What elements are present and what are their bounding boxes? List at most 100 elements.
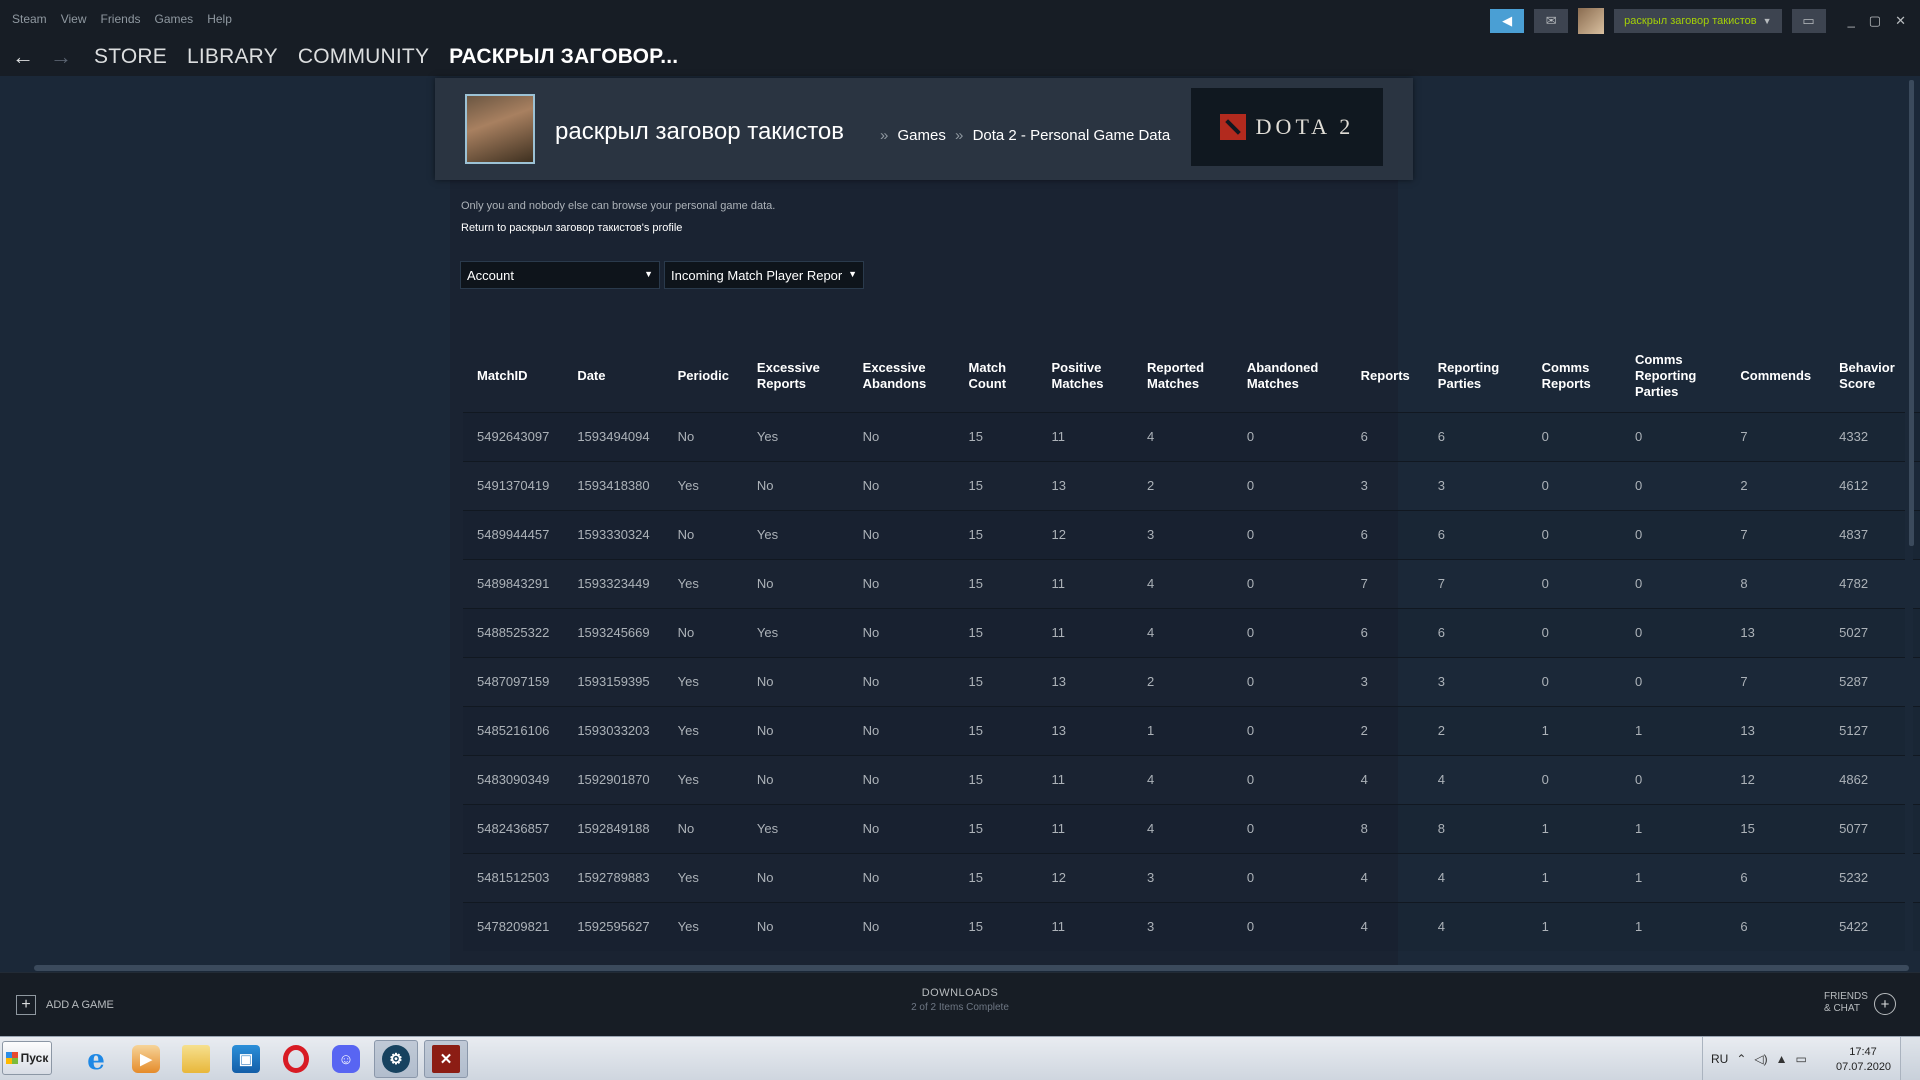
- nav-library[interactable]: LIBRARY: [187, 45, 278, 69]
- back-arrow-icon[interactable]: ←: [12, 44, 38, 70]
- minimize-button[interactable]: _: [1848, 13, 1855, 29]
- network-icon[interactable]: ▲: [1776, 1052, 1788, 1066]
- close-button[interactable]: ✕: [1895, 13, 1906, 29]
- big-picture-button[interactable]: ▭: [1791, 9, 1826, 33]
- table-cell: No: [663, 411, 743, 461]
- dota2-icon: ✕: [432, 1045, 460, 1073]
- store-icon: ▣: [232, 1045, 260, 1073]
- chevron-up-icon[interactable]: ⌃: [1736, 1052, 1746, 1066]
- downloads-status[interactable]: DOWNLOADS 2 of 2 Items Complete: [860, 987, 1060, 1013]
- user-avatar[interactable]: [1578, 8, 1605, 34]
- taskbar-discord[interactable]: ☺: [324, 1040, 368, 1078]
- table-row: 5489944457 1593330324 No Yes No 15 12 3 0 6 6 0 0 7 48…: [463, 509, 1920, 559]
- downloads-title: DOWNLOADS: [921, 987, 999, 999]
- breadcrumb-page: Dota 2 - Personal Game Data: [972, 127, 1171, 144]
- taskbar-file-explorer[interactable]: [174, 1040, 218, 1078]
- bottom-bar: + ADD A GAME DOWNLOADS 2 of 2 Items Comp…: [0, 972, 1920, 1036]
- system-clock[interactable]: 17:47 07.07.2020: [1836, 1045, 1892, 1075]
- big-picture-icon: ▭: [1802, 13, 1815, 28]
- nav-store[interactable]: STORE: [94, 45, 167, 69]
- language-indicator[interactable]: RU: [1711, 1052, 1728, 1066]
- table-cell: 5489843291: [463, 558, 564, 608]
- add-game-label: ADD A GAME: [46, 999, 114, 1011]
- profile-header: раскрыл заговор такистов » Games » Dota …: [435, 78, 1413, 180]
- column-header: Excessive Reports: [756, 359, 820, 391]
- category-select[interactable]: Account ▼: [460, 261, 660, 289]
- start-button[interactable]: Пуск: [2, 1041, 52, 1075]
- table-cell: 5491370419: [463, 460, 564, 510]
- taskbar-steam[interactable]: ⚙: [374, 1040, 418, 1078]
- table-cell: 2: [1346, 705, 1424, 755]
- table-cell: 13: [1726, 705, 1826, 755]
- clock-time: 17:47: [1849, 1046, 1877, 1058]
- taskbar-dota2[interactable]: ✕: [424, 1040, 468, 1078]
- table-cell: 0: [1620, 509, 1727, 559]
- show-desktop-button[interactable]: [1900, 1037, 1920, 1080]
- add-friend-icon[interactable]: +: [1874, 993, 1896, 1015]
- profile-name[interactable]: раскрыл заговор такистов: [555, 118, 844, 146]
- table-cell: 5488525322: [463, 607, 564, 657]
- table-cell: 0: [1232, 901, 1347, 951]
- taskbar-media-player[interactable]: ▶: [124, 1040, 168, 1078]
- return-to-profile-link[interactable]: Return to раскрыл заговор такистов's pro…: [461, 222, 682, 234]
- table-cell: 5489944457: [463, 509, 564, 559]
- table-cell: 11: [1037, 607, 1134, 657]
- maximize-button[interactable]: ▢: [1869, 13, 1881, 29]
- taskbar-store[interactable]: ▣: [224, 1040, 268, 1078]
- breadcrumb-games[interactable]: Games: [898, 127, 946, 144]
- table-cell: 4: [1423, 852, 1528, 902]
- menu-games[interactable]: Games: [155, 12, 194, 26]
- vertical-scrollbar-thumb[interactable]: [1909, 80, 1914, 546]
- table-cell: 15: [954, 754, 1038, 804]
- table-cell: 11: [1037, 754, 1134, 804]
- discord-icon: ☺: [332, 1045, 360, 1073]
- game-logo[interactable]: DOTA 2: [1191, 88, 1383, 166]
- table-cell: 0: [1232, 852, 1347, 902]
- dropdown-arrow-icon: ▼: [848, 269, 857, 279]
- add-game-button[interactable]: + ADD A GAME: [16, 995, 114, 1015]
- table-cell: 15: [954, 607, 1038, 657]
- column-header: Reporting Parties: [1437, 359, 1500, 391]
- clock-date: 07.07.2020: [1836, 1061, 1892, 1073]
- table-cell: 1593330324: [563, 509, 664, 559]
- taskbar-opera[interactable]: [274, 1040, 318, 1078]
- nav-profile[interactable]: РАСКРЫЛ ЗАГОВОР...: [449, 45, 678, 69]
- nav-community[interactable]: COMMUNITY: [298, 45, 429, 69]
- announcements-button[interactable]: ◀: [1490, 9, 1525, 33]
- table-cell: 1593323449: [563, 558, 664, 608]
- table-cell: 8: [1423, 803, 1528, 853]
- horizontal-scrollbar[interactable]: [34, 965, 1909, 971]
- menu-view[interactable]: View: [61, 12, 87, 26]
- volume-icon[interactable]: ◁): [1754, 1052, 1767, 1066]
- match-reports-table: MatchID Date Periodic Excessive Reports Exce…: [463, 340, 1920, 951]
- table-select[interactable]: Incoming Match Player Repor ▼: [664, 261, 864, 289]
- friends-chat-button[interactable]: FRIENDS & CHAT: [1824, 991, 1868, 1015]
- account-menu[interactable]: раскрыл заговор такистов ▼: [1614, 9, 1782, 33]
- column-header: Match Count: [968, 359, 1007, 391]
- table-cell: 1593245669: [563, 607, 664, 657]
- window-controls: _ ▢ ✕: [1848, 13, 1906, 29]
- table-cell: 4: [1346, 754, 1424, 804]
- display-icon[interactable]: ▭: [1796, 1052, 1807, 1066]
- notifications-button[interactable]: ✉: [1534, 9, 1569, 33]
- table-cell: 0: [1232, 460, 1347, 510]
- menu-friends[interactable]: Friends: [100, 12, 140, 26]
- table-cell: Yes: [663, 656, 743, 706]
- menu-help[interactable]: Help: [207, 12, 232, 26]
- forward-arrow-icon[interactable]: →: [50, 44, 76, 70]
- taskbar-internet-explorer[interactable]: e: [74, 1040, 118, 1078]
- table-cell: 0: [1620, 460, 1727, 510]
- table-cell: 15: [1726, 803, 1826, 853]
- profile-avatar[interactable]: [465, 94, 535, 164]
- table-cell: 0: [1620, 754, 1727, 804]
- start-label: Пуск: [20, 1051, 49, 1065]
- table-cell: 4: [1346, 901, 1424, 951]
- menu-steam[interactable]: Steam: [12, 12, 47, 26]
- table-cell: 4: [1133, 803, 1233, 853]
- table-cell: 4: [1133, 754, 1233, 804]
- table-cell: 6: [1346, 411, 1424, 461]
- column-header: Positive Matches: [1051, 359, 1104, 391]
- table-cell: 0: [1232, 509, 1347, 559]
- table-cell: 7: [1726, 509, 1826, 559]
- system-tray: RU ⌃ ◁) ▲ ▭: [1702, 1037, 1807, 1080]
